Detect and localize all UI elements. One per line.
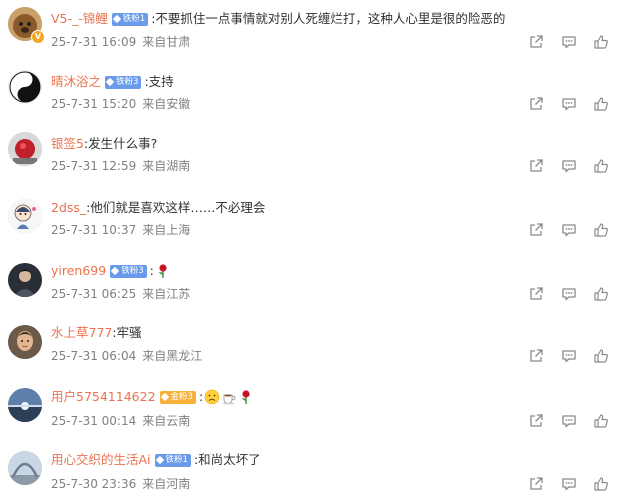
share-icon[interactable] <box>528 413 544 429</box>
share-icon[interactable] <box>528 476 544 492</box>
username[interactable]: 晴沐浴之 <box>51 73 101 91</box>
avatar[interactable] <box>8 199 42 233</box>
verified-badge-icon: V <box>31 30 45 44</box>
comment-time: 25-7-31 00:14 <box>51 414 137 428</box>
share-icon[interactable] <box>528 158 544 174</box>
thumbs-up-icon[interactable] <box>593 476 609 492</box>
share-icon[interactable] <box>528 96 544 112</box>
avatar[interactable] <box>8 388 42 422</box>
comment-time: 25-7-31 06:25 <box>51 287 137 301</box>
comment-time: 25-7-31 06:04 <box>51 349 137 363</box>
comment-time: 25-7-31 15:20 <box>51 97 137 111</box>
username[interactable]: 用户5754114622 <box>51 388 156 406</box>
comment-icon[interactable] <box>561 222 577 238</box>
comment-text: :他们就是喜欢这样……不必理会 <box>86 200 266 215</box>
comment-text: :支持 <box>144 74 174 89</box>
diamond-icon <box>112 14 122 24</box>
comment-location: 来自黑龙江 <box>142 349 203 363</box>
comment-location: 来自河南 <box>142 477 191 491</box>
thumbs-up-icon[interactable] <box>593 96 609 112</box>
comment-text: :和尚太坏了 <box>193 452 261 467</box>
comment-icon[interactable] <box>561 158 577 174</box>
username[interactable]: 用心交织的生活Ai <box>51 451 151 469</box>
thumbs-up-icon[interactable] <box>593 158 609 174</box>
sky-avatar-image <box>8 388 42 422</box>
avatar[interactable] <box>8 263 42 297</box>
thumbs-up-icon[interactable] <box>593 286 609 302</box>
sad-face-emoji-icon <box>204 389 220 405</box>
avatar[interactable] <box>8 325 42 359</box>
cartoon-avatar-image <box>8 199 42 233</box>
diamond-icon <box>105 77 115 87</box>
comment-location: 来自甘肃 <box>142 35 191 49</box>
comment-list: V V5-_-锦鲤 铁粉1 :不要抓住一点事情就对别人死缠烂打，这种人心里是很的… <box>0 0 620 499</box>
comment-time: 25-7-31 12:59 <box>51 159 137 173</box>
fan-level-badge[interactable]: 铁粉1 <box>154 453 191 467</box>
comment-text: :不要抓住一点事情就对别人死缠烂打，这种人心里是很的险恶的 <box>151 11 506 26</box>
thumbs-up-icon[interactable] <box>593 222 609 238</box>
red-object-avatar-image <box>8 132 42 166</box>
share-icon[interactable] <box>528 222 544 238</box>
share-icon[interactable] <box>528 348 544 364</box>
comment-item: 用心交织的生活Ai 铁粉1 :和尚太坏了 25-7-30 23:36 来自河南 <box>0 434 620 496</box>
fan-level-badge[interactable]: 金粉3 <box>159 390 196 404</box>
thumbs-up-icon[interactable] <box>593 34 609 50</box>
comment-time: 25-7-31 16:09 <box>51 35 137 49</box>
comment-item: 2dss_ :他们就是喜欢这样……不必理会 25-7-31 10:37 来自上海 <box>0 186 620 248</box>
username[interactable]: yiren699 <box>51 262 106 280</box>
comment-text: : <box>198 389 204 404</box>
comment-text: : <box>149 263 154 278</box>
comment-text: :发生什么事? <box>83 136 158 151</box>
comment-item: 水上草777 :牢骚 25-7-31 06:04 来自黑龙江 <box>0 310 620 372</box>
comment-location: 来自上海 <box>142 223 191 237</box>
username[interactable]: 2dss_ <box>51 199 86 217</box>
person-avatar-image <box>8 263 42 297</box>
diamond-icon <box>160 392 169 402</box>
comment-icon[interactable] <box>561 34 577 50</box>
yin-yang-avatar-image <box>8 70 42 104</box>
comment-location: 来自云南 <box>142 414 191 428</box>
username[interactable]: 水上草777 <box>51 324 112 342</box>
comment-location: 来自安徽 <box>142 97 191 111</box>
comment-item: 晴沐浴之 铁粉3 :支持 25-7-31 15:20 来自安徽 <box>0 62 620 124</box>
comment-location: 来自湖南 <box>142 159 191 173</box>
comment-icon[interactable] <box>561 413 577 429</box>
comment-item: yiren699 铁粉3 : 25-7-31 06:25 来自江苏 <box>0 248 620 310</box>
comment-item: V V5-_-锦鲤 铁粉1 :不要抓住一点事情就对别人死缠烂打，这种人心里是很的… <box>0 0 620 62</box>
comment-time: 25-7-30 23:36 <box>51 477 137 491</box>
username[interactable]: V5-_-锦鲤 <box>51 10 108 28</box>
comment-icon[interactable] <box>561 286 577 302</box>
comment-item: 用户5754114622 金粉3 : 25-7-31 00:14 来自云南 <box>0 372 620 434</box>
username[interactable]: 银签5 <box>51 135 84 153</box>
avatar[interactable] <box>8 70 42 104</box>
comment-icon[interactable] <box>561 96 577 112</box>
man-portrait-avatar-image <box>8 325 42 359</box>
comment-time: 25-7-31 10:37 <box>51 223 137 237</box>
coffee-emoji-icon <box>222 394 236 405</box>
fan-level-badge[interactable]: 铁粉1 <box>111 12 149 26</box>
diamond-icon <box>110 266 120 276</box>
thumbs-up-icon[interactable] <box>593 413 609 429</box>
share-icon[interactable] <box>528 34 544 50</box>
comment-icon[interactable] <box>561 476 577 492</box>
avatar[interactable] <box>8 132 42 166</box>
thumbs-up-icon[interactable] <box>593 348 609 364</box>
comment-icon[interactable] <box>561 348 577 364</box>
rose-emoji-icon <box>158 264 167 278</box>
share-icon[interactable] <box>528 286 544 302</box>
comment-location: 来自江苏 <box>142 287 191 301</box>
avatar[interactable] <box>8 451 42 485</box>
fan-level-badge[interactable]: 铁粉3 <box>105 75 142 89</box>
diamond-icon <box>155 455 164 465</box>
fan-level-badge[interactable]: 铁粉3 <box>110 264 147 278</box>
rose-emoji-icon <box>242 390 250 404</box>
comment-item: 银签5 :发生什么事? 25-7-31 12:59 来自湖南 <box>0 124 620 186</box>
comment-text: :牢骚 <box>112 325 142 340</box>
arch-landscape-avatar-image <box>8 451 42 485</box>
